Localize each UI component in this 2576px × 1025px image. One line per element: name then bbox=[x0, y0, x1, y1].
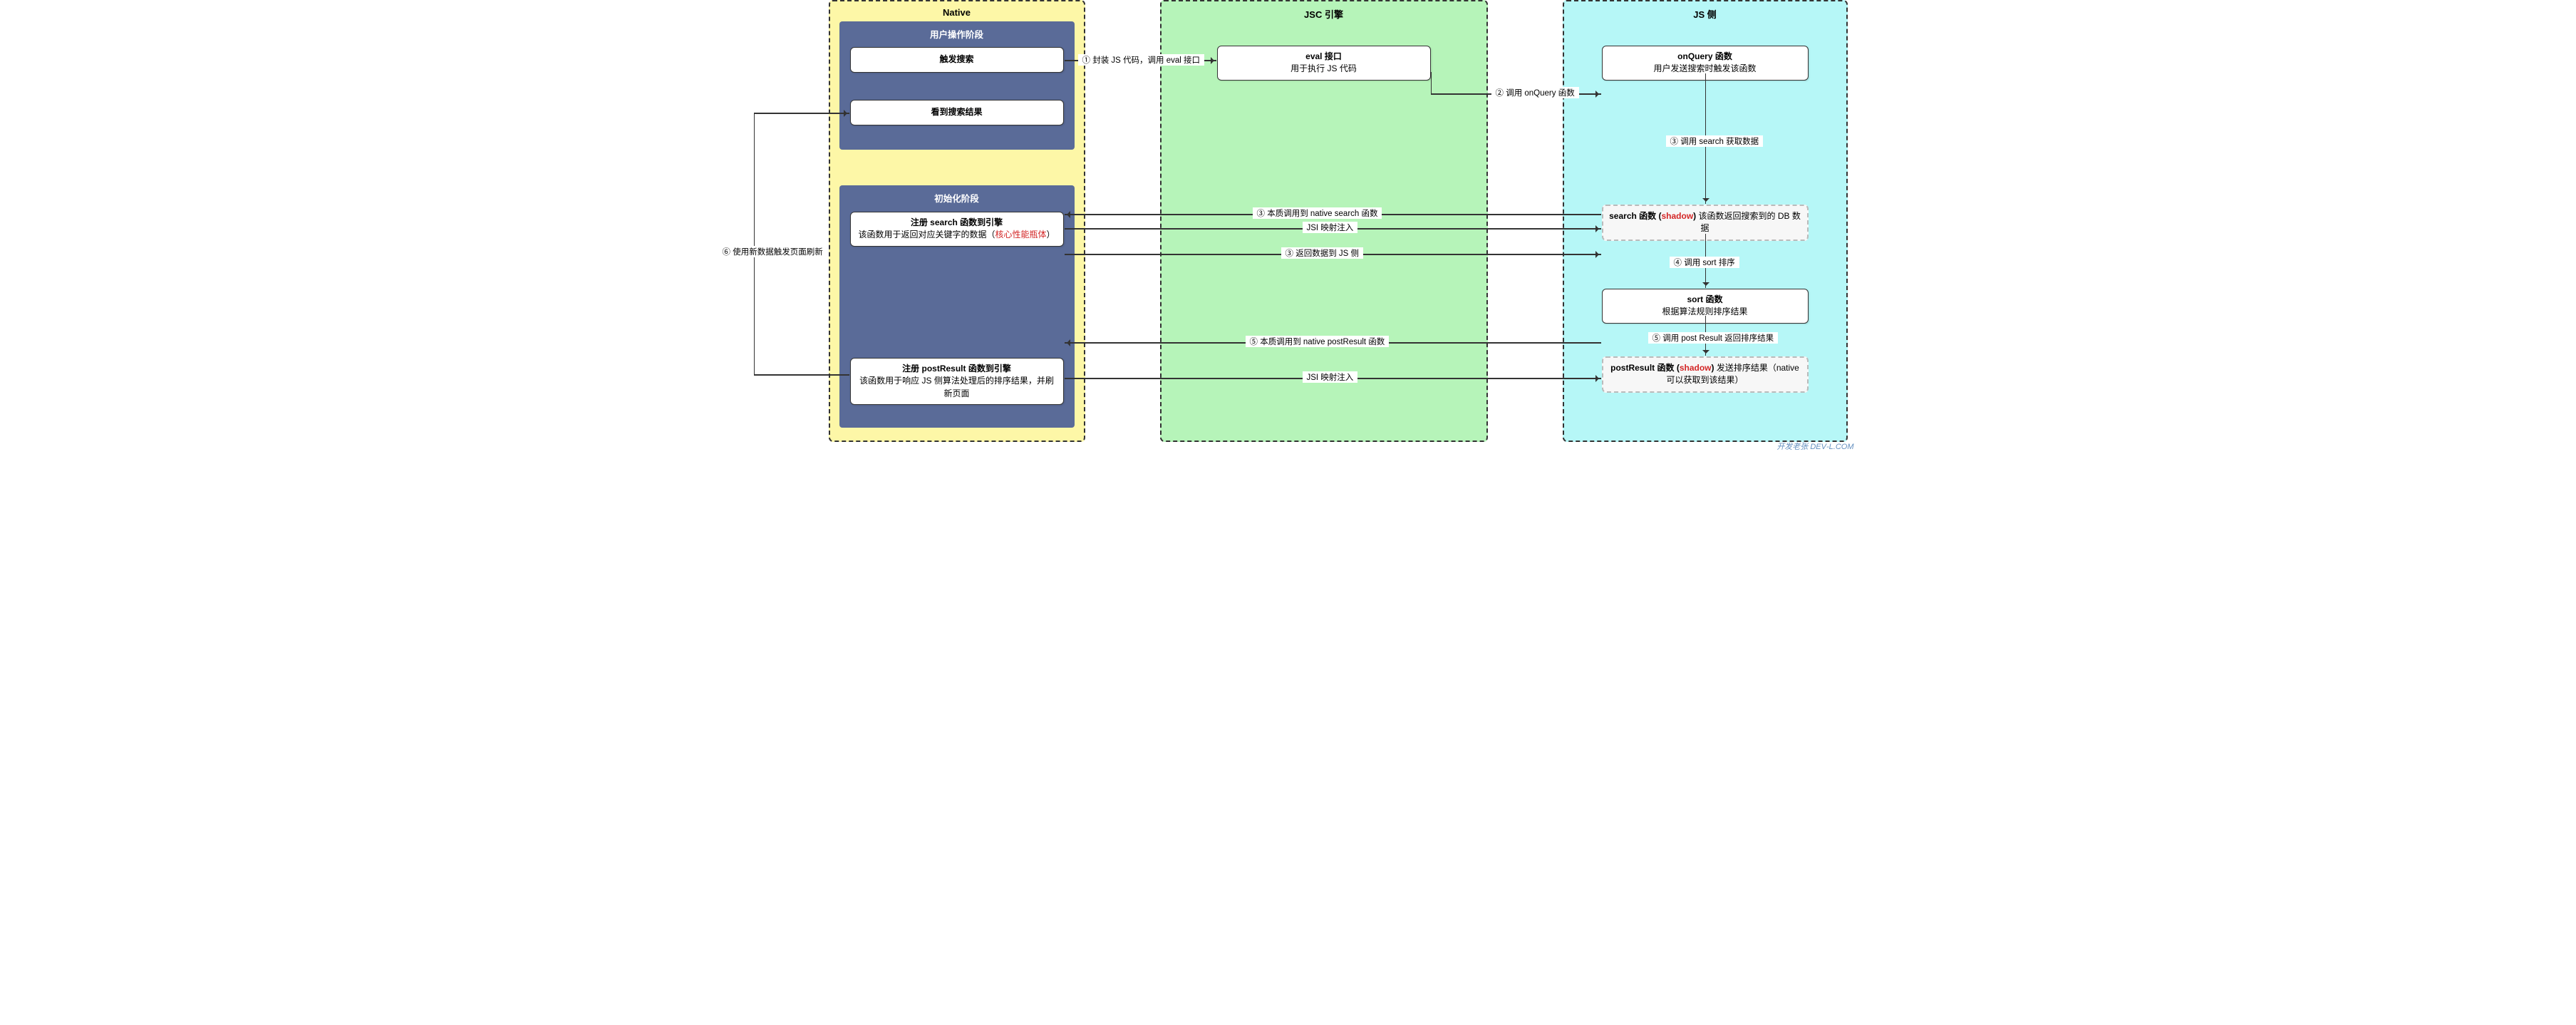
phase-init-title: 初始化阶段 bbox=[847, 191, 1067, 205]
node-trigger-search-label: 触发搜索 bbox=[939, 53, 973, 66]
node-register-search-title: 注册 search 函数到引擎 bbox=[911, 217, 1003, 227]
node-search-shadow-sub: 该函数返回搜索到的 DB 数据 bbox=[1699, 211, 1801, 233]
lane-native-title: Native bbox=[834, 6, 1080, 19]
node-see-result-label: 看到搜索结果 bbox=[931, 106, 982, 118]
edge-step2-label: ② 调用 onQuery 函数 bbox=[1491, 87, 1579, 98]
node-sort-title: sort 函数 bbox=[1687, 294, 1722, 304]
node-postresult-shadow-title: postResult 函数 (shadow) bbox=[1610, 363, 1717, 373]
node-register-postresult-sub: 该函数用于响应 JS 侧算法处理后的排序结果，并刷新页面 bbox=[857, 375, 1057, 400]
lane-jsc-title: JSC 引擎 bbox=[1166, 6, 1482, 22]
edge-jsi-post-label: JSI 映射注入 bbox=[1303, 371, 1358, 383]
edge-step1-label: ① 封装 JS 代码，调用 eval 接口 bbox=[1078, 54, 1205, 66]
node-eval-title: eval 接口 bbox=[1305, 51, 1342, 61]
node-eval-interface: eval 接口 用于执行 JS 代码 bbox=[1217, 46, 1431, 81]
node-see-result: 看到搜索结果 bbox=[850, 100, 1064, 125]
node-postresult-shadow: postResult 函数 (shadow) 发送排序结果（native 可以获… bbox=[1602, 356, 1809, 393]
diagram-root: Native JSC 引擎 JS 侧 用户操作阶段 初始化阶段 触发搜索 看到搜… bbox=[718, 0, 1858, 456]
node-register-search-sub: 该函数用于返回对应关键字的数据（核心性能瓶体） bbox=[857, 229, 1057, 241]
edge-step3c-label: ③ 调用 search 获取数据 bbox=[1666, 135, 1764, 147]
node-search-shadow-title: search 函数 (shadow) bbox=[1609, 211, 1698, 221]
node-trigger-search: 触发搜索 bbox=[850, 47, 1064, 73]
edge-step5b-label: ⑤ 本质调用到 native postResult 函数 bbox=[1246, 336, 1390, 347]
lane-js-title: JS 侧 bbox=[1568, 6, 1842, 22]
edge-step5a-label: ⑤ 调用 post Result 返回排序结果 bbox=[1648, 332, 1779, 344]
edge-step3a-label: ③ 本质调用到 native search 函数 bbox=[1253, 207, 1382, 219]
edge-step3b-label: ③ 返回数据到 JS 侧 bbox=[1281, 247, 1364, 259]
node-eval-sub: 用于执行 JS 代码 bbox=[1224, 63, 1424, 75]
edge-step6-label: ⑥ 使用新数据触发页面刷新 bbox=[718, 246, 827, 257]
watermark: 开发老张 DEV‑L.COM bbox=[1776, 441, 1853, 452]
edge-step4-label: ④ 调用 sort 排序 bbox=[1670, 257, 1739, 268]
node-register-search: 注册 search 函数到引擎 该函数用于返回对应关键字的数据（核心性能瓶体） bbox=[850, 212, 1064, 247]
node-onquery-title: onQuery 函数 bbox=[1677, 51, 1732, 61]
edge-jsi-search-label: JSI 映射注入 bbox=[1303, 222, 1358, 233]
node-register-postresult: 注册 postResult 函数到引擎 该函数用于响应 JS 侧算法处理后的排序… bbox=[850, 358, 1064, 405]
phase-user-action: 用户操作阶段 bbox=[839, 21, 1075, 150]
phase-user-title: 用户操作阶段 bbox=[847, 27, 1067, 41]
node-register-postresult-title: 注册 postResult 函数到引擎 bbox=[902, 364, 1011, 374]
